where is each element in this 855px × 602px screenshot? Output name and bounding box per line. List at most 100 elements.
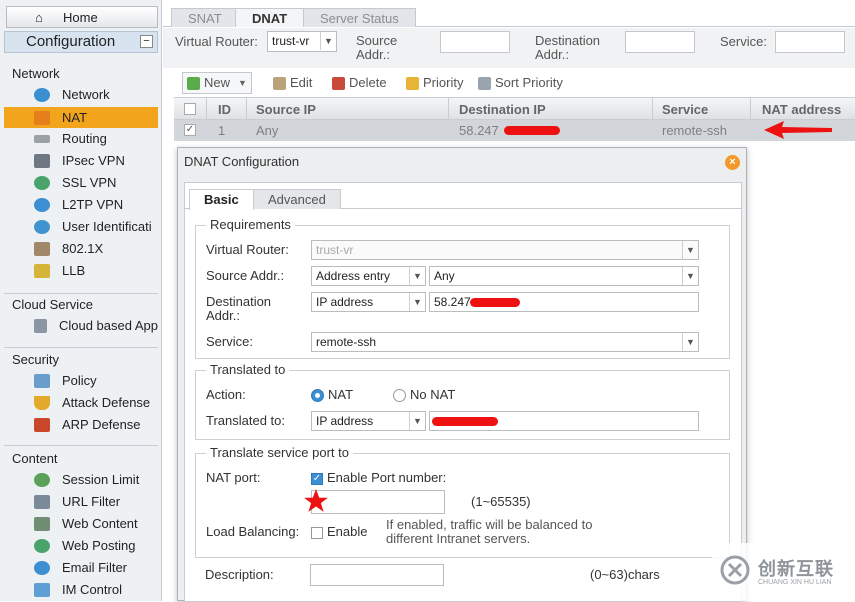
sidebar-item-url-filter[interactable]: URL Filter (4, 491, 158, 512)
translate-port-title: Translate service port to (206, 445, 353, 460)
load-balancing-checkbox[interactable] (311, 527, 323, 539)
redaction-mark (432, 417, 498, 426)
l2tp-icon (34, 197, 50, 212)
sidebar-item-web-content[interactable]: Web Content (4, 513, 158, 534)
sidebar-item-llb[interactable]: LLB (4, 260, 158, 281)
web-content-icon (34, 516, 50, 531)
im-icon (34, 582, 50, 597)
column-source-ip[interactable]: Source IP (256, 102, 316, 117)
section-divider (4, 293, 158, 294)
sidebar-item-session-limit[interactable]: Session Limit (4, 469, 158, 490)
tab-basic[interactable]: Basic (189, 189, 254, 210)
sidebar-item-web-posting[interactable]: Web Posting (4, 535, 158, 556)
delete-button[interactable]: Delete (332, 72, 387, 94)
requirements-title: Requirements (206, 217, 295, 232)
grid-header: ID Source IP Destination IP Service NAT … (174, 97, 855, 121)
load-balancing-enable-label: Enable (327, 524, 368, 539)
destination-addr-input[interactable] (625, 31, 695, 53)
shield-icon (34, 395, 50, 410)
user-id-icon (34, 219, 50, 234)
nat-radio-label: NAT (328, 387, 354, 402)
sidebar-item-cloud-app[interactable]: Cloud based App (4, 315, 158, 336)
filter-bar: Virtual Router: trust-vr ▼ Source Addr.:… (163, 28, 855, 68)
sidebar-item-ipsec-vpn[interactable]: IPsec VPN (4, 150, 158, 171)
select-all-checkbox[interactable] (184, 103, 196, 115)
chevron-down-icon: ▼ (238, 78, 247, 88)
cell-id: 1 (218, 123, 226, 138)
column-service[interactable]: Service (662, 102, 708, 117)
sidebar-item-policy[interactable]: Policy (4, 370, 158, 391)
priority-button[interactable]: Priority (406, 72, 463, 94)
watermark-cn: 创新互联 (758, 559, 834, 579)
section-divider (4, 445, 158, 446)
edit-button[interactable]: Edit (273, 72, 312, 94)
column-id[interactable]: ID (218, 102, 231, 117)
section-content-title: Content (12, 451, 58, 466)
nat-port-input[interactable] (311, 490, 445, 514)
sidebar-item-user-identification[interactable]: User Identificati (4, 216, 158, 237)
destination-addr-label: Destination Addr.: (206, 294, 272, 323)
nat-port-label: NAT port: (206, 470, 261, 485)
translated-to-label: Translated to: (206, 413, 286, 428)
no-nat-radio[interactable] (393, 389, 406, 402)
table-row[interactable]: ✓ 1 Any 58.247 remote-ssh (174, 120, 855, 141)
sidebar-item-attack-defense[interactable]: Attack Defense (4, 392, 158, 413)
description-label: Description: (205, 567, 274, 582)
column-divider (206, 98, 207, 121)
sidebar-item-arp-defense[interactable]: ARP Defense (4, 414, 158, 435)
redaction-mark (470, 298, 520, 307)
star-annotation-icon (303, 488, 329, 517)
source-addr-type-select[interactable]: Address entry ▼ (311, 266, 426, 286)
sidebar-item-8021x[interactable]: 802.1X (4, 238, 158, 259)
web-posting-icon (34, 538, 50, 553)
sort-priority-button[interactable]: Sort Priority (478, 72, 563, 94)
destination-addr-type-select[interactable]: IP address ▼ (311, 292, 426, 312)
sidebar-item-email-filter[interactable]: Email Filter (4, 557, 158, 578)
router-icon (34, 134, 50, 143)
column-destination-ip[interactable]: Destination IP (459, 102, 546, 117)
home-button[interactable]: ⌂ Home (6, 6, 158, 28)
destination-addr-label: Destination Addr.: (535, 33, 601, 62)
priority-icon (406, 76, 419, 90)
source-addr-label: Source Addr.: (356, 33, 398, 62)
column-divider (652, 98, 653, 121)
source-addr-input[interactable] (440, 31, 510, 53)
service-input[interactable] (775, 31, 845, 53)
tab-advanced[interactable]: Advanced (253, 189, 341, 209)
tab-snat[interactable]: SNAT (171, 8, 239, 27)
column-nat-address[interactable]: NAT address (762, 102, 841, 117)
sidebar-item-im-control[interactable]: IM Control (4, 579, 158, 600)
virtual-router-select[interactable]: trust-vr ▼ (267, 31, 337, 52)
nat-icon (34, 110, 50, 125)
service-select[interactable]: remote-ssh ▼ (311, 332, 699, 352)
virtual-router-label: Virtual Router: (175, 34, 258, 49)
dialog-title: DNAT Configuration (184, 154, 300, 169)
tab-server-status[interactable]: Server Status (303, 8, 416, 27)
translated-to-title: Translated to (206, 362, 290, 377)
sidebar-item-l2tp-vpn[interactable]: L2TP VPN (4, 194, 158, 215)
sidebar-item-network[interactable]: Network (4, 84, 158, 105)
trash-icon (332, 76, 345, 90)
sidebar-item-ssl-vpn[interactable]: SSL VPN (4, 172, 158, 193)
enable-port-checkbox[interactable]: ✓ (311, 473, 323, 485)
source-addr-value-select[interactable]: Any ▼ (429, 266, 699, 286)
close-icon[interactable]: × (725, 155, 740, 170)
email-icon (34, 560, 50, 575)
cell-service: remote-ssh (662, 123, 728, 138)
watermark-en: CHUANG XIN HU LIAN (758, 579, 832, 586)
no-nat-radio-label: No NAT (410, 387, 456, 402)
row-checkbox[interactable]: ✓ (184, 124, 196, 136)
policy-icon (34, 373, 50, 388)
tab-dnat[interactable]: DNAT (235, 8, 305, 27)
ssl-vpn-icon (34, 175, 50, 190)
cloud-icon (34, 318, 47, 333)
translate-port-group: Translate service port to NAT port: ✓ En… (195, 445, 730, 558)
sidebar-item-nat[interactable]: NAT (4, 107, 158, 128)
description-input[interactable] (310, 564, 444, 586)
translated-type-select[interactable]: IP address ▼ (311, 411, 426, 431)
url-icon (34, 494, 50, 509)
new-button[interactable]: New ▼ (182, 72, 252, 94)
sidebar-item-routing[interactable]: Routing (4, 128, 158, 149)
collapse-icon[interactable]: − (140, 35, 153, 48)
nat-radio[interactable] (311, 389, 324, 402)
